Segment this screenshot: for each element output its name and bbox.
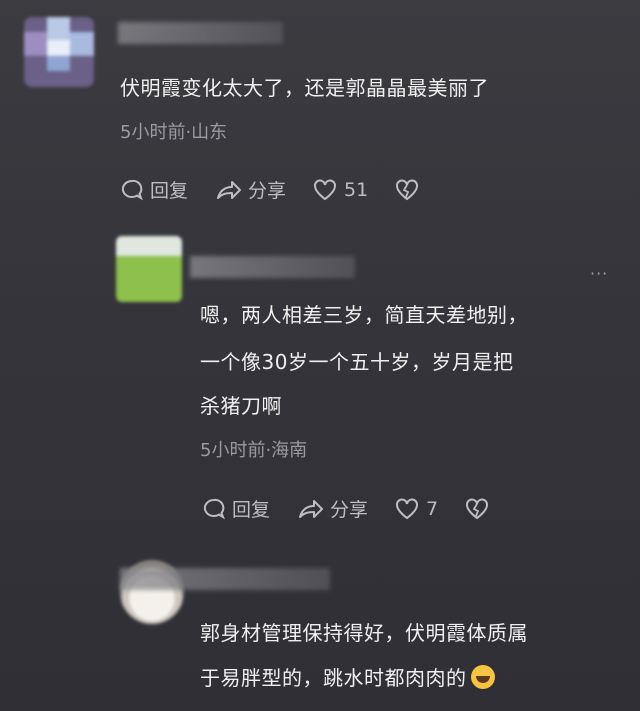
reply-button[interactable]: 回复 <box>202 495 270 522</box>
share-button[interactable]: 分享 <box>214 176 286 203</box>
avatar[interactable] <box>24 17 94 87</box>
username-blurred[interactable] <box>120 568 330 590</box>
reply-button[interactable]: 回复 <box>120 176 188 203</box>
comment-line-with-emoji: 于易胖型的，跳水时都肉肉的 <box>200 658 495 698</box>
reply-label: 回复 <box>232 499 271 521</box>
comment-meta: 5小时前·山东 <box>120 122 228 143</box>
heart-icon <box>314 178 337 200</box>
comment-line: 嗯，两人相差三岁，简直天差地别， <box>200 303 528 327</box>
share-label: 分享 <box>248 180 287 202</box>
dislike-button[interactable] <box>394 178 426 202</box>
share-button[interactable]: 分享 <box>296 495 368 522</box>
comment-line: 杀猪刀啊 <box>200 394 282 418</box>
share-label: 分享 <box>330 499 369 521</box>
comment-text: 伏明霞变化太大了，还是郭晶晶最美丽了 <box>120 76 489 100</box>
share-icon <box>299 499 324 518</box>
comment-line: 于易胖型的，跳水时都肉肉的 <box>200 666 467 690</box>
comment-actions: 回复 分享 7 <box>202 495 522 522</box>
comment-line: 郭身材管理保持得好，伏明霞体质属 <box>200 621 528 645</box>
username-blurred[interactable] <box>118 22 283 44</box>
like-count: 51 <box>344 178 369 201</box>
comment-meta: 5小时前·海南 <box>200 440 308 461</box>
grinning-tears-emoji-icon <box>470 665 495 689</box>
like-count: 7 <box>426 497 439 520</box>
like-button[interactable]: 7 <box>394 497 438 521</box>
username-blurred[interactable] <box>190 256 355 278</box>
comment-actions: 回复 分享 51 <box>120 176 452 203</box>
dislike-button[interactable] <box>464 497 496 521</box>
reply-icon <box>121 179 143 200</box>
share-icon <box>217 180 242 199</box>
heart-icon <box>396 497 419 519</box>
like-button[interactable]: 51 <box>312 178 368 202</box>
broken-heart-icon <box>466 497 489 519</box>
comment-line: 一个像30岁一个五十岁，岁月是把 <box>200 350 514 374</box>
avatar[interactable] <box>116 236 182 302</box>
broken-heart-icon <box>396 178 419 200</box>
reply-icon <box>203 498 225 519</box>
more-options-button[interactable]: ··· <box>590 264 608 283</box>
reply-label: 回复 <box>150 180 189 202</box>
